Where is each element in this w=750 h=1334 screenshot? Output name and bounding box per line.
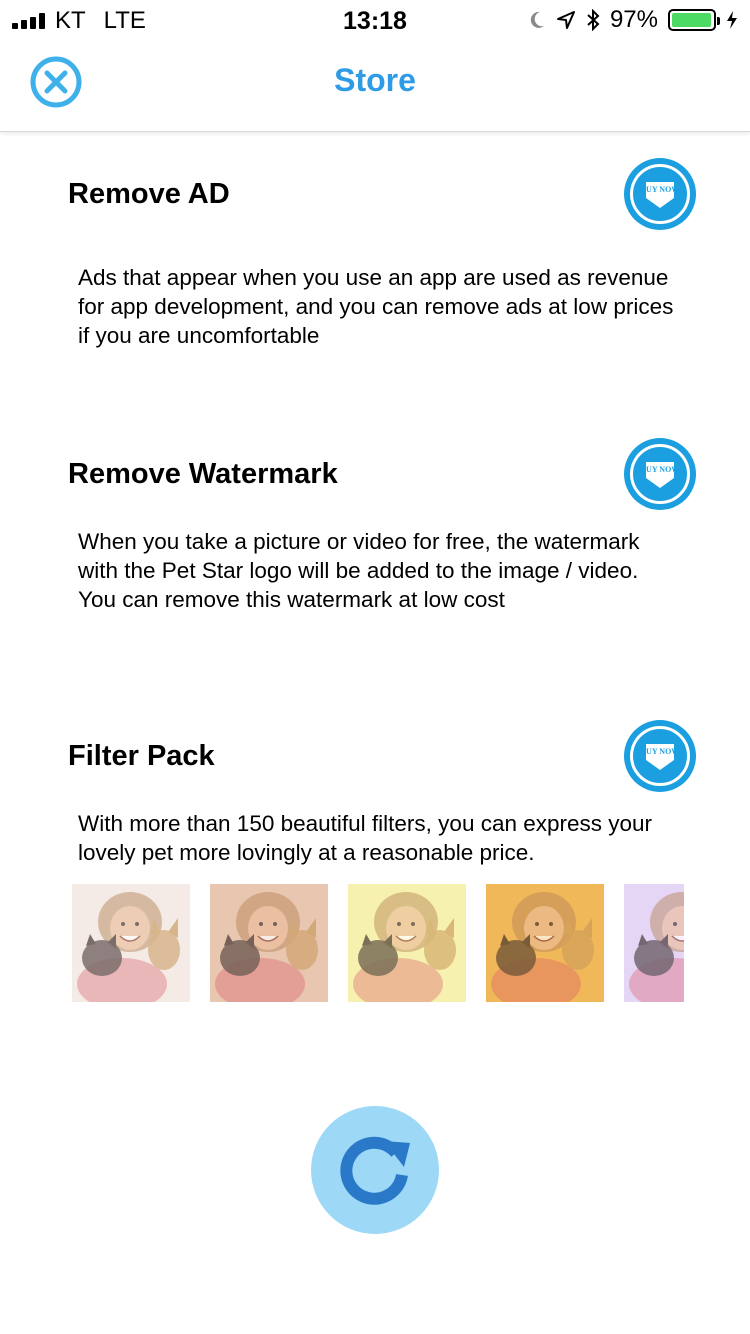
filter-preview-warm [210,884,328,1002]
buy-now-label: BUY NOW [641,465,680,474]
page-title: Store [334,62,416,98]
refresh-icon [340,1136,410,1205]
section-title-remove-watermark: Remove Watermark [68,458,338,490]
filter-preview-amber [486,884,604,1002]
battery-percent: 97% [609,6,658,33]
location-icon [556,11,575,29]
filter-preview-original [72,884,190,1002]
buy-now-button-remove-ad[interactable]: BUY NOW [624,158,696,230]
status-right: 97% [528,6,738,34]
bluetooth-icon [587,9,600,31]
buy-now-button-remove-watermark[interactable]: BUY NOW [624,438,696,510]
buy-now-label: BUY NOW [641,185,680,194]
nav-bar: Store [0,40,750,132]
section-description-remove-watermark: When you take a picture or video for fre… [78,529,640,612]
buy-now-icon: BUY NOW [630,164,690,224]
section-title-remove-ad: Remove AD [68,178,230,210]
section-description-remove-ad: Ads that appear when you use an app are … [78,265,674,348]
moon-icon [530,11,544,28]
filter-preview-violet [624,884,684,1002]
charging-icon [727,11,737,29]
buy-now-button-filter-pack[interactable]: BUY NOW [624,720,696,792]
filter-preview-yellow [348,884,466,1002]
buy-now-icon: BUY NOW [630,726,690,786]
section-description-filter-pack: With more than 150 beautiful filters, yo… [78,811,653,865]
buy-now-label: BUY NOW [641,747,680,756]
battery-fill [672,13,711,27]
section-title-filter-pack: Filter Pack [68,740,215,772]
refresh-button[interactable] [311,1106,439,1234]
buy-now-icon: BUY NOW [630,444,690,504]
battery-icon [668,9,720,31]
status-bar: KT LTE 13:18 97% [0,0,750,40]
